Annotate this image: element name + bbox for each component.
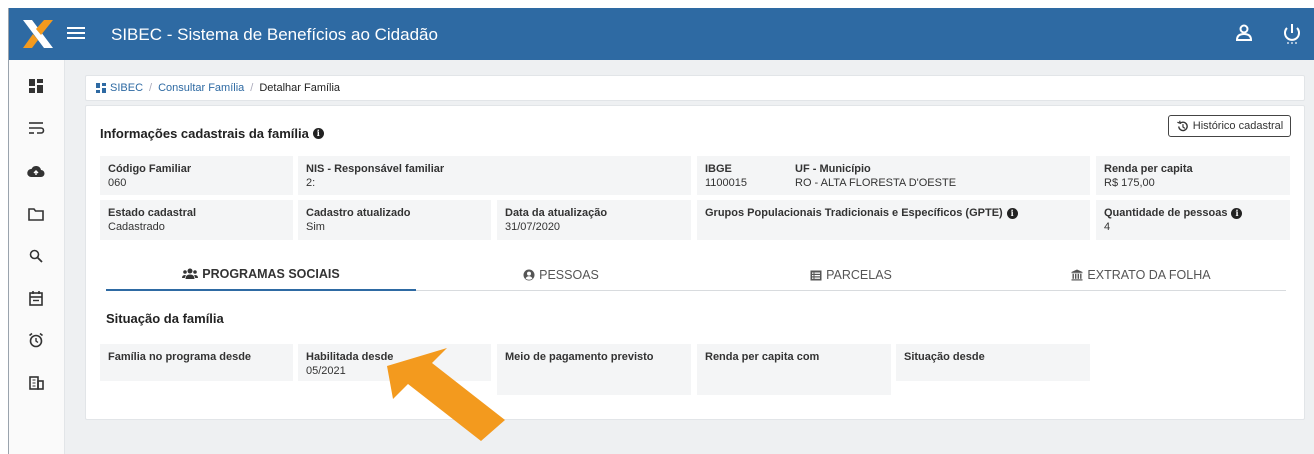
field-label: Cadastro atualizado <box>306 207 411 219</box>
tab-pessoas[interactable]: PESSOAS <box>416 259 706 291</box>
field-label: Meio de pagamento previsto <box>505 351 654 363</box>
field-value: R$ 175,00 <box>1104 177 1155 189</box>
tab-programas-sociais[interactable]: PROGRAMAS SOCIAIS <box>106 259 416 291</box>
list-alt-icon <box>810 270 822 280</box>
field-value: 31/07/2020 <box>505 221 561 233</box>
field-ibge-municipio: IBGE 1100015 UF - Município RO - ALTA FL… <box>697 156 1090 195</box>
info-icon[interactable]: i <box>312 128 324 139</box>
field-situacao-desde: Situação desde <box>896 344 1090 381</box>
cloud-upload-icon[interactable] <box>26 162 46 182</box>
situacao-title: Situação da família <box>106 311 224 326</box>
field-label: Família no programa desde <box>108 351 252 363</box>
top-bar: SIBEC - Sistema de Benefícios ao Cidadão <box>9 8 1314 60</box>
field-cadastro-atualizado: Cadastro atualizado Sim <box>298 200 491 240</box>
field-value: 4 <box>1104 221 1111 233</box>
tab-parcelas[interactable]: PARCELAS <box>706 259 996 291</box>
alarm-clock-icon[interactable] <box>26 330 46 350</box>
field-gpte: Grupos Populacionais Tradicionais e Espe… <box>697 200 1090 240</box>
breadcrumb-current: Detalhar Família <box>259 82 341 94</box>
field-label: IBGE <box>705 163 732 175</box>
dashboard-icon <box>96 83 106 93</box>
field-label: UF - Município <box>795 163 871 175</box>
dashboard-icon[interactable] <box>26 76 46 96</box>
calendar-icon[interactable] <box>26 288 46 308</box>
app-frame: SIBEC - Sistema de Benefícios ao Cidadão <box>8 8 1314 454</box>
bank-icon <box>1071 269 1083 281</box>
user-icon[interactable] <box>1233 22 1255 44</box>
field-label: Habilitada desde <box>306 351 394 363</box>
search-icon[interactable] <box>26 246 46 266</box>
field-label: Data da atualização <box>505 207 608 219</box>
tab-label: PESSOAS <box>539 268 599 282</box>
field-data-atualizacao: Data da atualização 31/07/2020 <box>497 200 691 240</box>
field-habilitada-desde: Habilitada desde 05/2021 <box>298 344 491 381</box>
history-button[interactable]: Histórico cadastral <box>1168 115 1291 137</box>
field-label: Renda per capita <box>1104 163 1193 175</box>
field-label: Grupos Populacionais Tradicionais e Espe… <box>705 207 1003 219</box>
field-value: RO - ALTA FLORESTA D'OESTE <box>795 177 957 189</box>
field-renda-per-capita-com: Renda per capita com <box>697 344 891 395</box>
hamburger-menu-icon[interactable] <box>67 24 85 44</box>
field-estado-cadastral: Estado cadastral Cadastrado <box>100 200 293 240</box>
breadcrumb-separator: / <box>149 82 153 94</box>
power-icon[interactable] <box>1281 21 1303 45</box>
field-codigo-familiar: Código Familiar 060 <box>100 156 293 195</box>
breadcrumb-root-link[interactable]: SIBEC <box>110 82 143 94</box>
sidebar <box>9 60 65 454</box>
history-button-label: Histórico cadastral <box>1192 120 1284 132</box>
field-value: Cadastrado <box>108 221 165 233</box>
field-value: 1100015 <box>705 177 748 189</box>
field-qtd-pessoas: Quantidade de pessoas i 4 <box>1096 200 1290 240</box>
field-label: NIS - Responsável familiar <box>306 163 445 175</box>
tab-bar: PROGRAMAS SOCIAIS PESSOAS PARCELAS EXTRA… <box>106 259 1286 291</box>
info-icon[interactable]: i <box>1006 207 1018 219</box>
breadcrumb-separator: / <box>250 82 254 94</box>
section-title-text: Informações cadastrais da família <box>100 126 309 141</box>
tab-label: PARCELAS <box>826 268 892 282</box>
family-info-card: Informações cadastrais da família i Hist… <box>85 105 1305 420</box>
user-circle-icon <box>523 269 535 281</box>
field-renda: Renda per capita R$ 175,00 <box>1096 156 1290 195</box>
tab-label: EXTRATO DA FOLHA <box>1087 268 1211 282</box>
tab-extrato-da-folha[interactable]: EXTRATO DA FOLHA <box>996 259 1286 291</box>
field-nis: NIS - Responsável familiar 2: <box>298 156 691 195</box>
folder-icon[interactable] <box>26 204 46 224</box>
field-label: Código Familiar <box>108 163 192 175</box>
field-label-row: Quantidade de pessoas i <box>1104 207 1282 219</box>
field-value: 2: <box>306 177 316 189</box>
field-familia-programa-desde: Família no programa desde <box>100 344 293 381</box>
section-title: Informações cadastrais da família i <box>100 126 324 141</box>
field-label-row: Grupos Populacionais Tradicionais e Espe… <box>705 207 1082 219</box>
field-label: Estado cadastral <box>108 207 197 219</box>
tab-label: PROGRAMAS SOCIAIS <box>202 267 340 281</box>
users-icon <box>182 268 199 279</box>
field-value: 05/2021 <box>306 365 346 377</box>
breadcrumb: SIBEC / Consultar Família / Detalhar Fam… <box>85 75 1305 101</box>
history-icon <box>1176 120 1188 131</box>
field-meio-pagamento: Meio de pagamento previsto <box>497 344 691 395</box>
field-label: Quantidade de pessoas <box>1104 207 1228 219</box>
list-icon[interactable] <box>26 118 46 138</box>
info-icon[interactable]: i <box>1231 207 1243 219</box>
app-title: SIBEC - Sistema de Benefícios ao Cidadão <box>111 25 438 44</box>
field-label: Situação desde <box>904 351 985 363</box>
building-icon[interactable] <box>26 372 46 392</box>
caixa-logo <box>23 20 53 48</box>
breadcrumb-parent-link[interactable]: Consultar Família <box>158 82 244 94</box>
field-label: Renda per capita com <box>705 351 820 363</box>
field-value: Sim <box>306 221 325 233</box>
field-value: 060 <box>108 177 127 189</box>
